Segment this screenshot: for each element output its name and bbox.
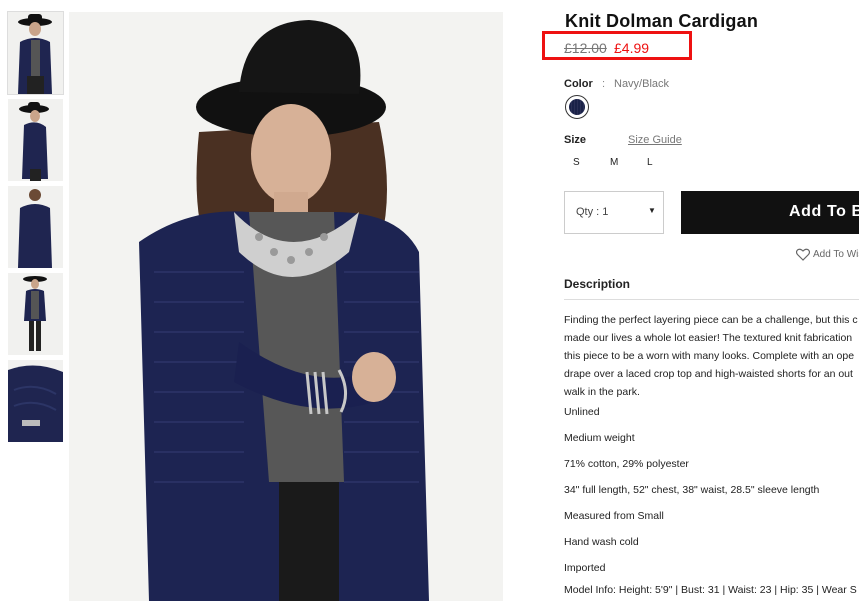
color-swatch-navy-black[interactable] — [565, 95, 589, 119]
detail-item: 71% cotton, 29% polyester — [564, 458, 689, 470]
size-option-l[interactable]: L — [647, 157, 653, 168]
sale-price: £4.99 — [614, 40, 650, 56]
add-to-bag-label: Add To Bag — [789, 203, 859, 220]
wishlist-label: Add To Wishlist — [813, 249, 859, 261]
add-to-bag-button[interactable]: Add To Bag — [681, 191, 859, 234]
color-separator: : — [602, 78, 606, 90]
heart-icon — [795, 248, 811, 261]
thumbnail-strip — [7, 11, 64, 447]
description-paragraph: Finding the perfect layering piece can b… — [564, 311, 859, 401]
size-option-s[interactable]: S — [573, 157, 580, 168]
detail-item: 34" full length, 52" chest, 38" waist, 2… — [564, 484, 820, 496]
thumbnail-detail-view[interactable] — [8, 360, 63, 442]
size-label: Size — [564, 134, 587, 146]
original-price: £12.00 — [564, 40, 607, 56]
description-heading: Description — [564, 277, 631, 291]
size-option-m[interactable]: M — [610, 157, 618, 168]
chevron-down-icon: ▼ — [648, 206, 656, 215]
add-to-wishlist-link[interactable]: Add To Wishlist — [795, 248, 859, 261]
quantity-value: Qty : 1 — [576, 206, 609, 218]
description-line: Finding the perfect layering piece can b… — [564, 314, 858, 326]
thumbnail-front-view[interactable] — [7, 11, 64, 95]
thumbnail-side-view[interactable] — [8, 99, 63, 181]
description-line: walk in the park. — [564, 386, 640, 398]
description-line: drape over a laced crop top and high-wai… — [564, 368, 853, 380]
detail-item: Model Info: Height: 5'9" | Bust: 31 | Wa… — [564, 584, 857, 596]
detail-item: Medium weight — [564, 432, 635, 444]
detail-item: Imported — [564, 562, 606, 574]
size-guide-link[interactable]: Size Guide — [628, 134, 682, 146]
description-divider — [564, 299, 859, 300]
description-line: this piece to be a worn with many looks.… — [564, 350, 855, 362]
swatch-fill — [569, 99, 585, 115]
description-line: made our lives a whole lot easier! The t… — [564, 332, 853, 344]
detail-item: Measured from Small — [564, 510, 664, 522]
detail-item: Unlined — [564, 406, 600, 418]
color-value: Navy/Black — [614, 78, 670, 90]
product-title: Knit Dolman Cardigan — [565, 11, 759, 31]
quantity-select[interactable]: Qty : 1 ▼ — [564, 191, 664, 234]
thumbnail-back-view[interactable] — [8, 186, 63, 268]
detail-item: Hand wash cold — [564, 536, 639, 548]
thumbnail-full-length-view[interactable] — [8, 273, 63, 355]
color-label: Color — [564, 78, 593, 90]
main-product-image — [69, 12, 503, 601]
